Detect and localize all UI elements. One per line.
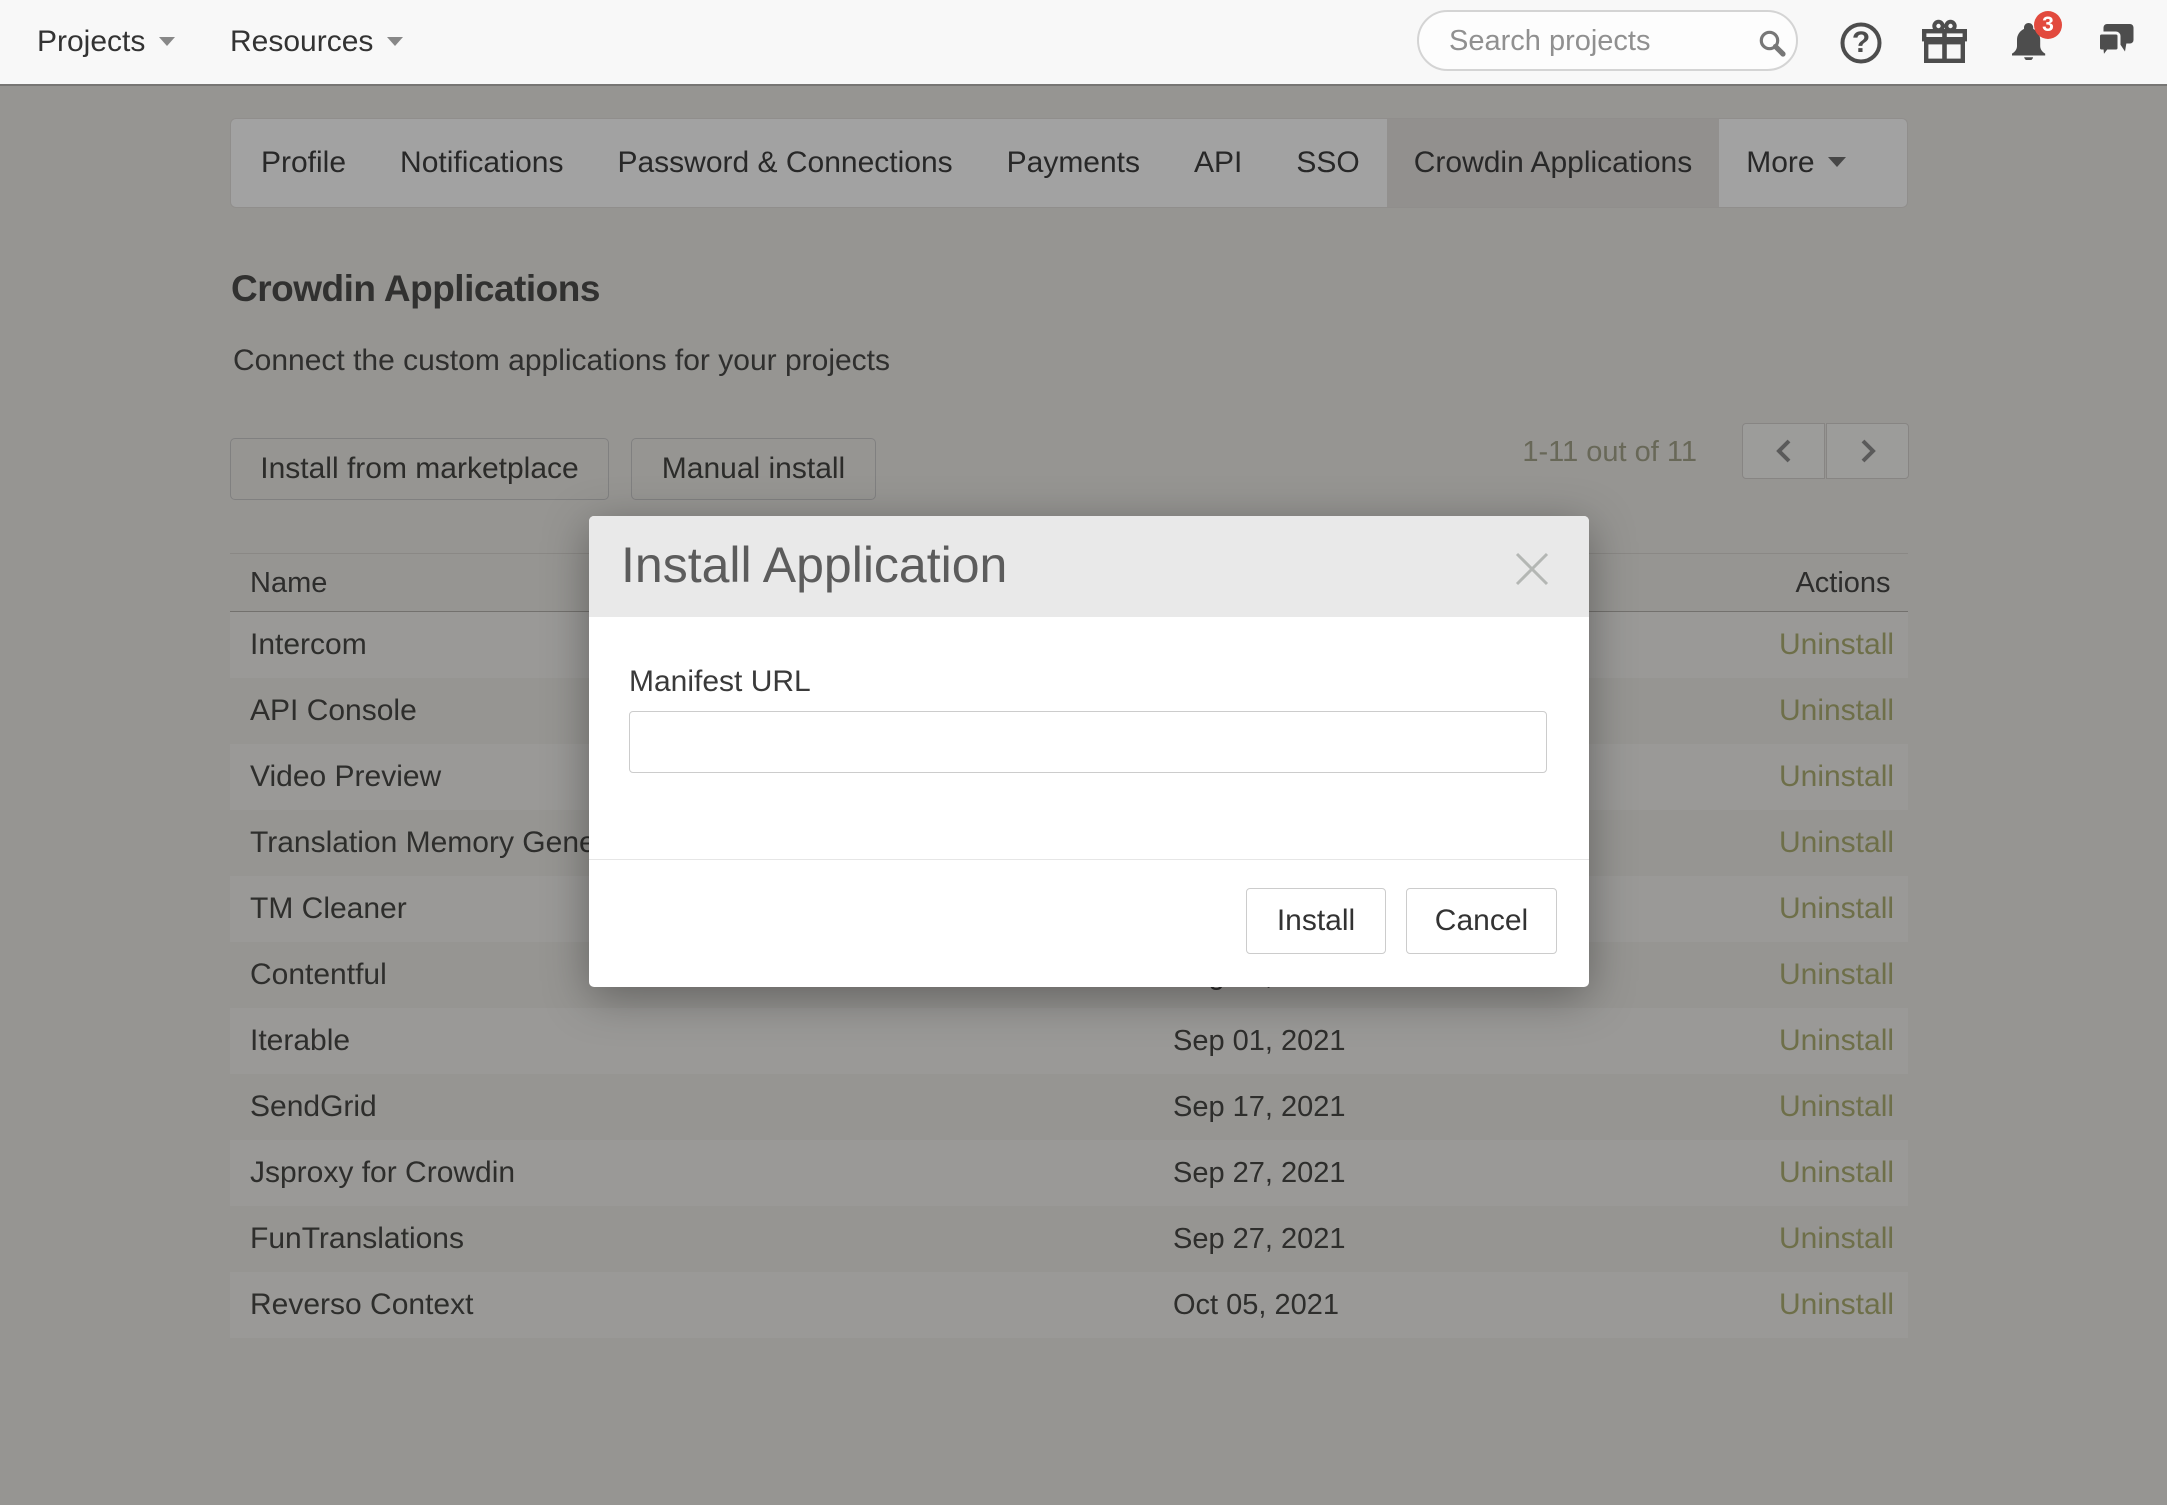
svg-text:?: ? [1852, 26, 1870, 59]
